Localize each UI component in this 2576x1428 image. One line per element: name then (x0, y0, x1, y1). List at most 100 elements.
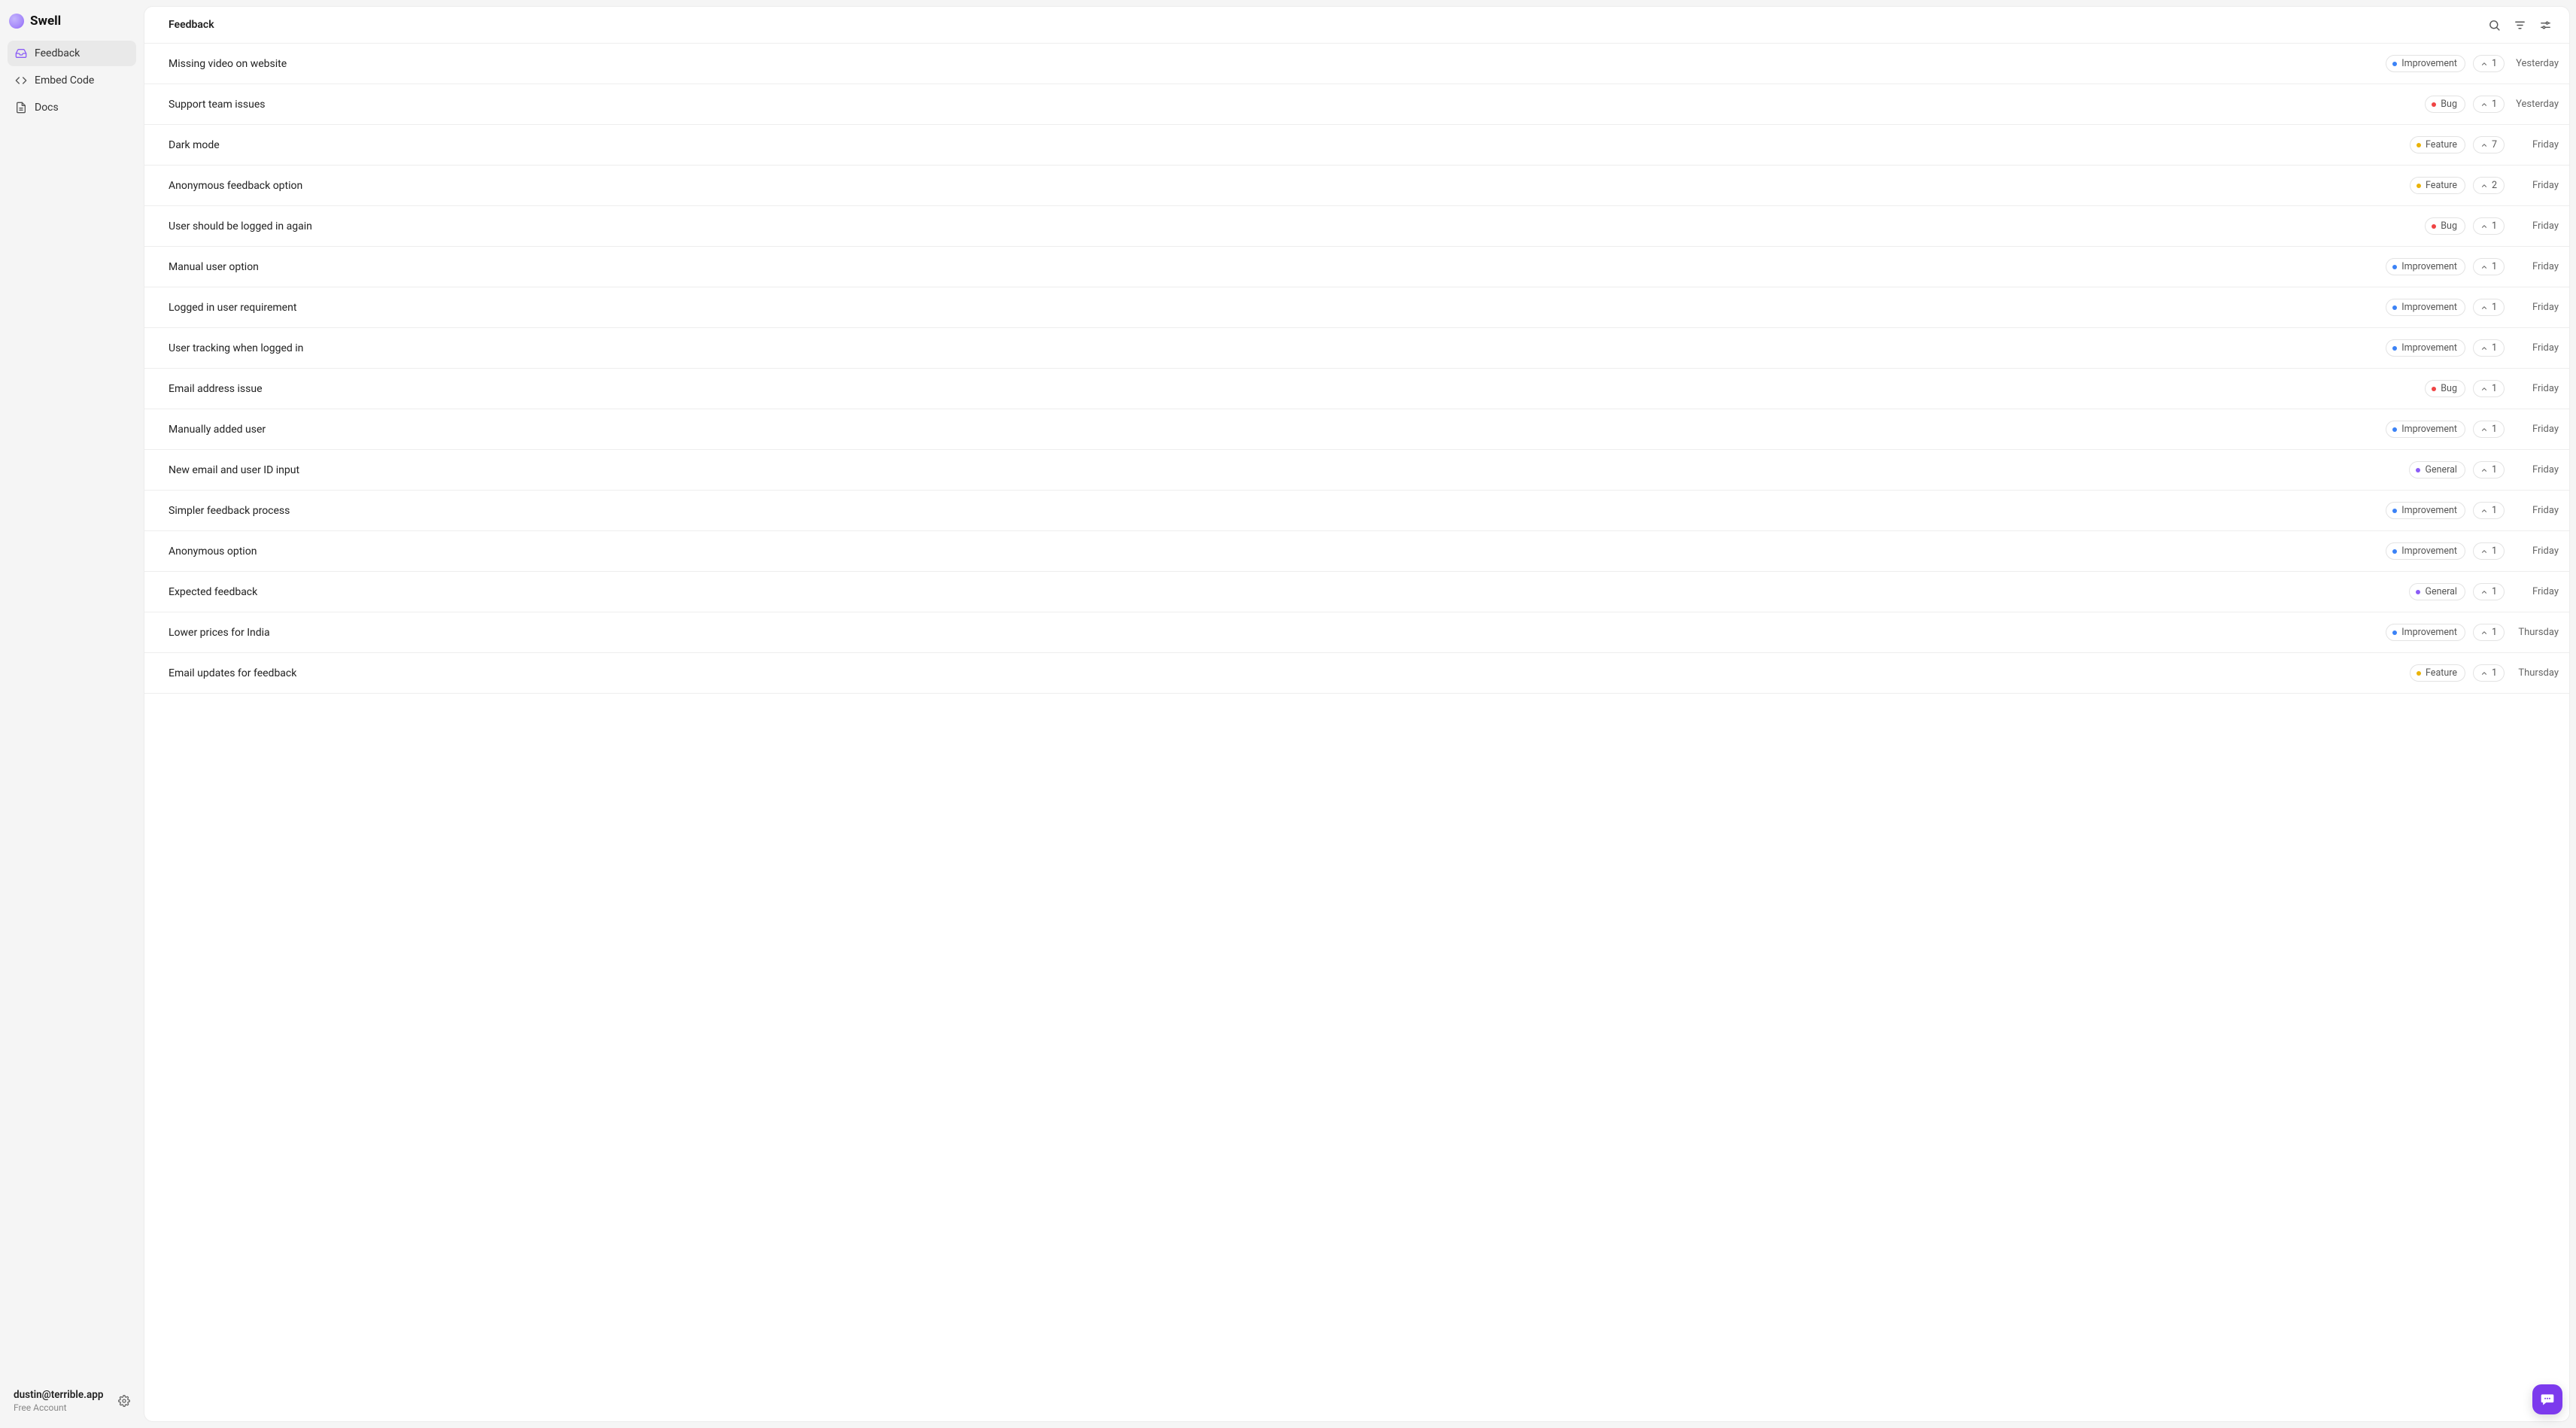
category-pill[interactable]: Improvement (2386, 624, 2465, 641)
feedback-meta: Improvement1Friday (2386, 258, 2559, 275)
feedback-row[interactable]: Manual user optionImprovement1Friday (144, 247, 2569, 287)
upvote-count: 1 (2492, 464, 2497, 475)
category-pill[interactable]: Improvement (2386, 502, 2465, 519)
main: Feedback Missing video on websiteImprove… (144, 0, 2576, 1428)
account-block: dustin@terrible.app Free Account (0, 1381, 144, 1417)
feedback-row[interactable]: Support team issuesBug1Yesterday (144, 84, 2569, 125)
search-button[interactable] (2486, 17, 2502, 32)
feedback-meta: General1Friday (2409, 583, 2559, 600)
feedback-date: Thursday (2512, 627, 2559, 638)
feedback-row[interactable]: Anonymous feedback optionFeature2Friday (144, 166, 2569, 206)
upvote-pill[interactable]: 1 (2473, 299, 2505, 316)
feedback-row[interactable]: Expected feedbackGeneral1Friday (144, 572, 2569, 612)
upvote-pill[interactable]: 1 (2473, 217, 2505, 235)
category-dot (2417, 184, 2421, 188)
category-pill[interactable]: Improvement (2386, 299, 2465, 316)
feedback-row[interactable]: User should be logged in againBug1Friday (144, 206, 2569, 247)
category-pill[interactable]: Feature (2410, 177, 2465, 194)
category-pill[interactable]: Bug (2425, 96, 2465, 113)
upvote-pill[interactable]: 1 (2473, 624, 2505, 641)
feedback-row[interactable]: Email address issueBug1Friday (144, 369, 2569, 409)
feedback-title: Expected feedback (169, 586, 257, 598)
upvote-count: 1 (2492, 99, 2497, 110)
upvote-pill[interactable]: 2 (2473, 177, 2505, 194)
upvote-pill[interactable]: 1 (2473, 502, 2505, 519)
feedback-row[interactable]: Missing video on websiteImprovement1Yest… (144, 44, 2569, 84)
feedback-row[interactable]: New email and user ID input General 1 Frida… (144, 450, 2569, 491)
chevron-up-icon (2480, 507, 2488, 515)
category-pill[interactable]: Improvement (2386, 339, 2465, 357)
settings-sliders-button[interactable] (2538, 17, 2553, 32)
sidebar-item-docs[interactable]: Docs (8, 95, 136, 120)
feedback-title: Support team issues (169, 99, 265, 111)
chevron-up-icon (2480, 466, 2488, 474)
upvote-pill[interactable]: 1 (2473, 583, 2505, 600)
feedback-row[interactable]: Email updates for feedbackFeature1Thursd… (144, 653, 2569, 694)
chevron-up-icon (2480, 304, 2488, 311)
search-icon (2488, 19, 2501, 32)
brand-name: Swell (30, 14, 61, 29)
brand: Swell (0, 11, 144, 41)
category-pill[interactable]: Improvement (2386, 421, 2465, 438)
feedback-date: Thursday (2512, 667, 2559, 679)
category-pill[interactable]: General (2409, 583, 2465, 600)
feedback-row[interactable]: Anonymous optionImprovement1Friday (144, 531, 2569, 572)
account-plan: Free Account (14, 1402, 103, 1413)
upvote-count: 1 (2492, 58, 2497, 69)
category-pill[interactable]: Improvement (2386, 258, 2465, 275)
category-pill[interactable]: Feature (2410, 664, 2465, 682)
category-label: Improvement (2401, 58, 2457, 69)
category-pill[interactable]: General (2409, 461, 2465, 479)
chevron-up-icon (2480, 263, 2488, 271)
upvote-pill[interactable]: 1 (2473, 461, 2505, 479)
chevron-up-icon (2480, 588, 2488, 596)
upvote-pill[interactable]: 1 (2473, 421, 2505, 438)
feedback-row[interactable]: User tracking when logged inImprovement1… (144, 328, 2569, 369)
upvote-count: 1 (2492, 627, 2497, 638)
category-label: Improvement (2401, 627, 2457, 638)
upvote-pill[interactable]: 1 (2473, 55, 2505, 72)
upvote-pill[interactable]: 1 (2473, 339, 2505, 357)
feedback-title: New email and user ID input (169, 464, 299, 476)
feedback-title: Lower prices for India (169, 627, 270, 639)
code-icon (15, 74, 27, 87)
category-label: Improvement (2401, 261, 2457, 272)
feedback-list: Missing video on websiteImprovement1Yest… (144, 44, 2569, 1421)
category-pill[interactable]: Bug (2425, 217, 2465, 235)
feedback-date: Friday (2512, 424, 2559, 435)
feedback-title: Anonymous feedback option (169, 180, 302, 192)
upvote-pill[interactable]: 1 (2473, 380, 2505, 397)
feedback-meta: Improvement1Yesterday (2386, 55, 2559, 72)
feedback-row[interactable]: Manually added userImprovement1Friday (144, 409, 2569, 450)
category-label: General (2425, 586, 2457, 597)
upvote-pill[interactable]: 1 (2473, 258, 2505, 275)
feedback-meta: Improvement 1 Friday (2386, 421, 2559, 438)
sidebar-item-embed-code[interactable]: Embed Code (8, 68, 136, 93)
category-pill[interactable]: Feature (2410, 136, 2465, 153)
category-dot (2432, 224, 2436, 229)
upvote-pill[interactable]: 1 (2473, 542, 2505, 560)
feedback-row[interactable]: Dark modeFeature7Friday (144, 125, 2569, 166)
feedback-date: Friday (2512, 464, 2559, 475)
upvote-pill[interactable]: 1 (2473, 664, 2505, 682)
upvote-pill[interactable]: 7 (2473, 136, 2505, 153)
feedback-row[interactable]: Simpler feedback processImprovement1Frid… (144, 491, 2569, 531)
feedback-meta: Improvement 1 Thursday (2386, 624, 2559, 641)
chevron-up-icon (2480, 670, 2488, 677)
chat-widget-button[interactable] (2532, 1384, 2562, 1414)
feedback-meta: General 1 Friday (2409, 461, 2559, 479)
category-label: Bug (2441, 383, 2457, 394)
sidebar-item-feedback[interactable]: Feedback (8, 41, 136, 66)
feedback-row[interactable]: Logged in user requirementImprovement1Fr… (144, 287, 2569, 328)
panel-actions (2486, 17, 2553, 32)
upvote-pill[interactable]: 1 (2473, 96, 2505, 113)
category-pill[interactable]: Improvement (2386, 542, 2465, 560)
feedback-meta: Improvement 1 Friday (2386, 339, 2559, 357)
category-pill[interactable]: Improvement (2386, 55, 2465, 72)
filter-button[interactable] (2512, 17, 2527, 32)
category-dot (2392, 630, 2397, 635)
category-pill[interactable]: Bug (2425, 380, 2465, 397)
settings-button[interactable] (115, 1392, 133, 1410)
feedback-row[interactable]: Lower prices for India Improvement 1 Thursd… (144, 612, 2569, 653)
feedback-date: Friday (2512, 342, 2559, 354)
